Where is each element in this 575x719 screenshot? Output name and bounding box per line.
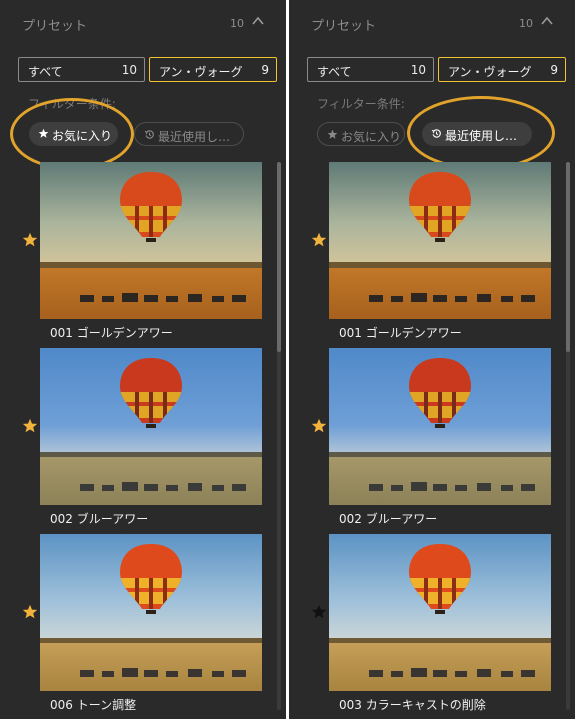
preset-item[interactable]: 002 ブルーアワー (289, 348, 569, 534)
preset-thumbnail[interactable] (329, 162, 551, 319)
preset-name: 003 カラーキャストの削除 (339, 698, 486, 712)
segment-all-label: すべて (28, 65, 63, 79)
preset-thumbnail[interactable] (40, 534, 262, 691)
preset-thumbnail[interactable] (329, 534, 551, 691)
favorite-star-icon[interactable] (22, 418, 38, 434)
segment-vogue[interactable]: アン・ヴォーグ 9 (438, 57, 566, 82)
favorite-star-icon[interactable] (22, 604, 38, 620)
scrollbar-thumb[interactable] (277, 162, 281, 352)
preset-name: 002 ブルーアワー (339, 512, 438, 526)
filter-chip-favorites[interactable]: お気に入り (29, 122, 118, 146)
preset-name: 006 トーン調整 (50, 698, 137, 712)
favorite-star-icon[interactable] (311, 232, 327, 248)
segment-all-count: 10 (410, 63, 426, 77)
preset-list: 001 ゴールデンアワー 002 ブルーアワー (0, 162, 280, 719)
segment-vogue-label: アン・ヴォーグ (448, 65, 532, 79)
chevron-up-icon[interactable] (540, 14, 554, 28)
preset-panel-right: プリセット 10 すべて 10 アン・ヴォーグ 9 フィルター条件: お気に入り… (289, 0, 575, 719)
preset-item[interactable]: 002 ブルーアワー (0, 348, 280, 534)
segment-all-count: 10 (121, 63, 137, 77)
preset-header[interactable]: プリセット 10 (0, 12, 286, 36)
segment-vogue[interactable]: アン・ヴォーグ 9 (149, 57, 277, 82)
preset-thumbnail[interactable] (40, 162, 262, 319)
segment-vogue-label: アン・ヴォーグ (159, 65, 243, 79)
scrollbar[interactable] (566, 162, 570, 710)
scrollbar-thumb[interactable] (566, 162, 570, 352)
filter-label: フィルター条件: (28, 97, 116, 111)
history-icon (144, 130, 154, 139)
preset-list: 001 ゴールデンアワー 002 ブルーアワー (289, 162, 569, 719)
preset-title: プリセット (311, 19, 377, 34)
filter-label: フィルター条件: (317, 97, 405, 111)
preset-title: プリセット (22, 19, 88, 34)
segment-vogue-count: 9 (550, 63, 558, 77)
preset-thumbnail[interactable] (40, 348, 262, 505)
segment-all[interactable]: すべて 10 (18, 57, 145, 82)
history-icon (431, 129, 441, 138)
preset-thumbnail[interactable] (329, 348, 551, 505)
filter-chip-recent-label: 最近使用し… (445, 129, 518, 143)
filter-chip-favorites-label: お気に入り (52, 129, 113, 143)
scrollbar[interactable] (277, 162, 281, 710)
filter-chip-favorites[interactable]: お気に入り (317, 122, 405, 146)
preset-count: 10 (519, 17, 533, 30)
preset-item[interactable]: 006 トーン調整 (0, 534, 280, 719)
filter-chip-recent[interactable]: 最近使用し… (422, 122, 532, 146)
preset-item[interactable]: 003 カラーキャストの削除 (289, 534, 569, 719)
star-icon (38, 128, 49, 138)
star-icon (327, 129, 338, 139)
preset-count: 10 (230, 17, 244, 30)
favorite-star-icon[interactable] (311, 604, 327, 620)
chevron-up-icon[interactable] (251, 14, 265, 28)
preset-header[interactable]: プリセット 10 (289, 12, 575, 36)
preset-name: 001 ゴールデンアワー (50, 326, 173, 340)
preset-name: 001 ゴールデンアワー (339, 326, 462, 340)
filter-chip-recent[interactable]: 最近使用し… (134, 122, 244, 146)
favorite-star-icon[interactable] (22, 232, 38, 248)
segment-vogue-count: 9 (261, 63, 269, 77)
filter-chip-favorites-label: お気に入り (341, 130, 402, 144)
preset-panel-left: プリセット 10 すべて 10 アン・ヴォーグ 9 フィルター条件: お気に入り… (0, 0, 286, 719)
segment-all-label: すべて (317, 65, 352, 79)
preset-item[interactable]: 001 ゴールデンアワー (289, 162, 569, 348)
favorite-star-icon[interactable] (311, 418, 327, 434)
preset-name: 002 ブルーアワー (50, 512, 149, 526)
segment-all[interactable]: すべて 10 (307, 57, 434, 82)
filter-chip-recent-label: 最近使用し… (158, 130, 231, 144)
preset-item[interactable]: 001 ゴールデンアワー (0, 162, 280, 348)
